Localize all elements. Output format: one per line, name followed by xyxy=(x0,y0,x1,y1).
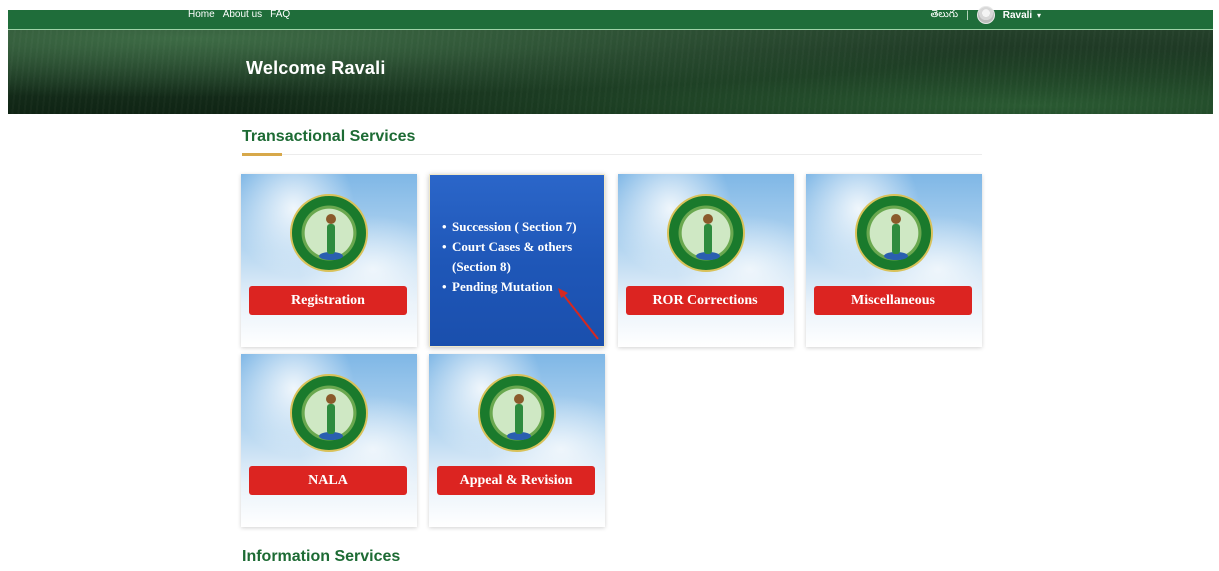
section-title-information: Information Services xyxy=(242,548,401,565)
nav-home-link[interactable]: Home xyxy=(188,8,215,22)
emblem-logo-icon xyxy=(667,194,745,272)
user-area: తెలుగు | Ravali ▾ xyxy=(931,6,1041,24)
registration-button[interactable]: Registration xyxy=(249,286,407,315)
emblem-logo-icon xyxy=(290,194,368,272)
service-card-miscellaneous[interactable]: Miscellaneous xyxy=(806,174,982,347)
top-nav-links: Home About us FAQ xyxy=(188,8,290,22)
emblem-logo-icon xyxy=(478,374,556,452)
nav-separator: | xyxy=(966,9,969,21)
nav-about-link[interactable]: About us xyxy=(223,8,262,22)
ror-corrections-button[interactable]: ROR Corrections xyxy=(626,286,784,315)
nav-faq-link[interactable]: FAQ xyxy=(270,8,290,22)
emblem-logo-icon xyxy=(290,374,368,452)
user-name: Ravali xyxy=(1002,9,1033,21)
annotation-arrow-icon xyxy=(558,288,599,340)
language-toggle[interactable]: తెలుగు xyxy=(931,8,959,22)
section-divider xyxy=(242,154,982,155)
top-nav-bar: Home About us FAQ తెలుగు | Ravali ▾ xyxy=(8,6,1213,30)
service-card-registration[interactable]: Registration xyxy=(241,174,417,347)
service-card-info[interactable]: Succession ( Section 7) Court Cases & ot… xyxy=(429,174,605,347)
section-accent-line xyxy=(242,153,282,156)
service-card-ror-corrections[interactable]: ROR Corrections xyxy=(618,174,794,347)
service-card-appeal-revision[interactable]: Appeal & Revision xyxy=(429,354,605,527)
welcome-banner: Welcome Ravali xyxy=(8,30,1213,114)
appeal-revision-button[interactable]: Appeal & Revision xyxy=(437,466,595,495)
section-title-transactional: Transactional Services xyxy=(242,128,416,145)
chevron-down-icon: ▾ xyxy=(1036,10,1041,20)
user-avatar-icon[interactable] xyxy=(976,6,995,24)
nala-button[interactable]: NALA xyxy=(249,466,407,495)
welcome-title: Welcome Ravali xyxy=(246,58,386,78)
miscellaneous-button[interactable]: Miscellaneous xyxy=(814,286,972,315)
emblem-logo-icon xyxy=(855,194,933,272)
user-menu-toggle[interactable]: Ravali ▾ xyxy=(1003,10,1041,21)
service-card-nala[interactable]: NALA xyxy=(241,354,417,527)
